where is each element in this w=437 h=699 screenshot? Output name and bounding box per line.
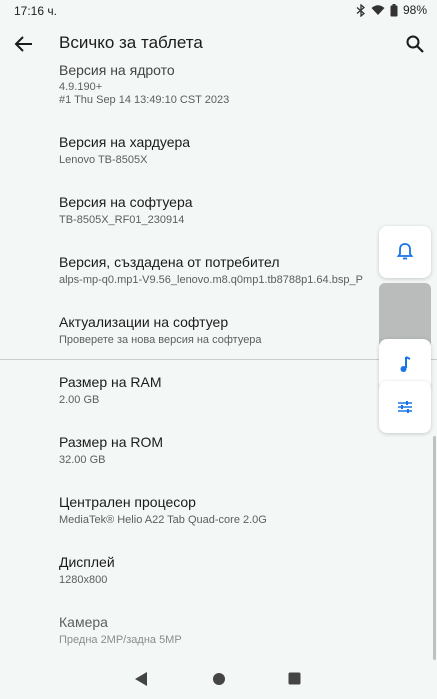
item-title: Размер на ROM [59,434,164,450]
panel-handle[interactable] [379,283,431,345]
list-item-display[interactable]: Дисплей 1280x800 [0,554,437,614]
item-summary: 1280x800 [59,574,108,586]
item-summary: MediaTek® Helio A22 Tab Quad-core 2.0G [59,514,267,526]
nav-home-icon[interactable] [212,672,226,691]
item-title: Размер на RAM [59,374,162,390]
list-item-ram[interactable]: Размер на RAM 2.00 GB [0,374,437,434]
battery-percent: 98% [402,3,427,17]
item-summary: 32.00 GB [59,454,106,466]
list-item-cpu[interactable]: Централен процесор MediaTek® Helio A22 T… [0,494,437,554]
list-item-build[interactable]: Версия, създадена от потребител alps-mp-… [0,254,437,314]
equalizer-shortcut-button[interactable] [379,381,431,433]
list-item-kernel[interactable]: Версия на ядрото 4.9.190+ #1 Thu Sep 14 … [0,60,437,120]
bell-icon [396,243,414,260]
divider [0,359,437,360]
search-icon[interactable] [403,32,427,56]
item-summary: TB-8505X_RF01_230914 [59,214,185,226]
list-item-software[interactable]: Версия на софтуера TB-8505X_RF01_230914 [0,194,437,254]
battery-icon [390,3,398,17]
item-title: Версия, създадена от потребител [59,254,280,270]
wifi-icon [371,4,385,16]
back-arrow-icon[interactable] [12,32,36,56]
item-summary: 2.00 GB [59,394,100,406]
settings-list: Версия на ядрото 4.9.190+ #1 Thu Sep 14 … [0,60,437,660]
list-item-camera[interactable]: Камера Предна 2MP/задна 5MP [0,614,437,660]
item-summary: alps-mp-q0.mp1-V9.56_lenovo.m8.q0mp1.tb8… [59,274,363,286]
list-item-hardware[interactable]: Версия на хардуера Lenovo TB-8505X [0,134,437,194]
bluetooth-icon [356,3,366,17]
item-summary: Lenovo TB-8505X [59,154,148,166]
scrollbar[interactable] [433,436,436,660]
status-icons: 98% [356,3,427,17]
nav-recent-icon[interactable] [288,672,301,690]
status-time: 17:16 ч. [14,4,57,18]
item-summary: Проверете за нова версия на софтуера [59,334,262,346]
navigation-bar [0,660,437,699]
list-item-rom[interactable]: Размер на ROM 32.00 GB [0,434,437,494]
notification-shortcut-button[interactable] [379,226,431,278]
nav-back-icon[interactable] [134,671,148,692]
music-note-icon [400,356,411,372]
status-bar: 17:16 ч. 98% [0,0,437,22]
item-title: Камера [59,614,108,630]
item-title: Дисплей [59,554,115,570]
item-summary: 4.9.190+ [59,81,103,93]
page-title: Всичко за таблета [59,33,203,52]
item-title: Версия на хардуера [59,134,191,150]
item-summary: #1 Thu Sep 14 13:49:10 CST 2023 [59,94,230,106]
item-title: Версия на ядрото [59,62,175,78]
item-title: Актуализации на софтуер [59,314,229,330]
sliders-icon [398,401,412,413]
item-title: Версия на софтуера [59,194,193,210]
item-title: Централен процесор [59,494,196,510]
item-summary: Предна 2MP/задна 5MP [59,634,182,646]
list-item-software-updates[interactable]: Актуализации на софтуер Проверете за нов… [0,314,437,374]
